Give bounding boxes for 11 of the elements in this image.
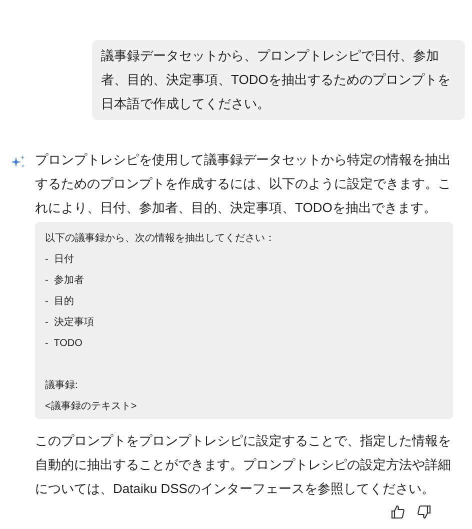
code-line: <議事録のテキスト> [45, 401, 137, 412]
code-line: - 参加者 [45, 275, 84, 286]
code-line: - TODO [45, 338, 82, 349]
code-line: - 決定事項 [45, 317, 94, 328]
code-line: 以下の議事録から、次の情報を抽出してください： [45, 233, 275, 244]
code-line: - 日付 [45, 254, 74, 265]
response-paragraph: プロンプトレシピを使用して議事録データセットから特定の情報を抽出するためのプロンプトを作成するには、以下のように設定できます。これにより、日付、参加者、目的、決定事項、TODOを抽出できます。 [35, 151, 451, 217]
code-line: - 目的 [45, 296, 74, 307]
response-paragraph: このプロンプトをプロンプトレシピに設定することで、指定した情報を自動的に抽出することができます。プロンプトレシピの設定方法や詳細については、Dataiku DSSのインターフェースを参照してください。 [35, 432, 451, 498]
code-line: 議事録: [45, 380, 78, 391]
user-message: 議事録データセットから、プロンプトレシピで日付、参加者、目的、決定事項、TODOを抽出するためのプロンプトを日本語で作成してください。 [92, 40, 465, 120]
